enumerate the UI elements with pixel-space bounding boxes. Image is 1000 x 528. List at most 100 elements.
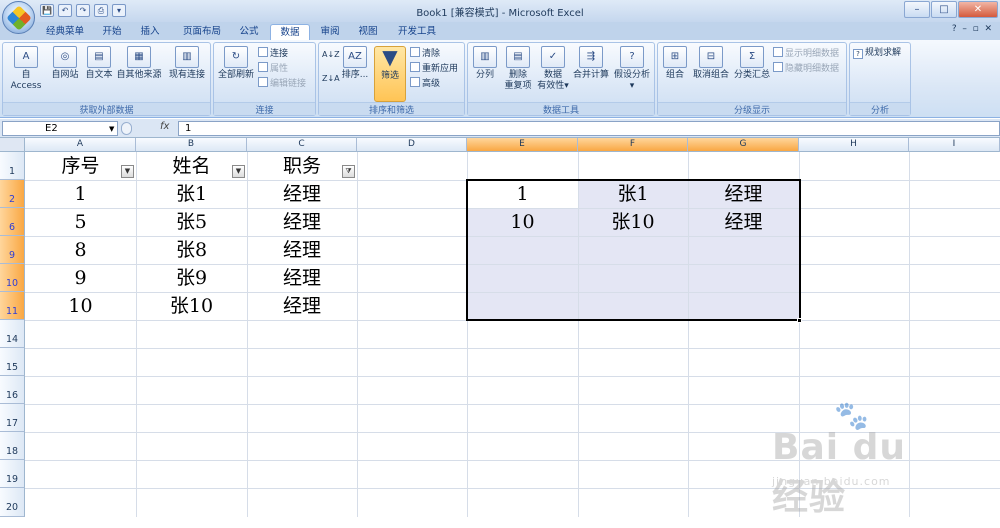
data-validation-button[interactable]: ✓ 数据 有效性▾ — [536, 46, 570, 92]
filter-dropdown-icon[interactable]: ▼ — [121, 165, 134, 178]
table-cell[interactable]: 8 — [25, 237, 136, 264]
column-header-d[interactable]: D — [357, 138, 467, 152]
from-other-sources-button[interactable]: ▦ 自其他来源 — [116, 46, 162, 81]
connections-button[interactable]: 连接 — [258, 47, 288, 60]
tab-page-layout[interactable]: 页面布局 — [176, 24, 228, 40]
worksheet-grid[interactable]: A B C D E F G H I 1 2 6 9 10 11 14 15 16… — [0, 138, 1000, 518]
table-cell[interactable]: 张10 — [136, 293, 247, 320]
row-header-18[interactable]: 18 — [0, 432, 25, 460]
refresh-all-button[interactable]: ↻ 全部刷新 — [217, 46, 255, 81]
filter-button[interactable]: ▼ 筛选 — [374, 46, 406, 102]
header-cell-index[interactable]: 序号 — [25, 153, 136, 180]
office-button[interactable] — [2, 1, 35, 34]
tab-data[interactable]: 数据 — [270, 24, 310, 40]
ungroup-button[interactable]: ⊟ 取消组合 — [691, 46, 731, 81]
ribbon-minimize-button[interactable]: – — [962, 24, 967, 34]
formula-bar-splitter[interactable] — [121, 122, 132, 135]
formula-input[interactable]: 1 — [178, 121, 1000, 136]
reapply-button[interactable]: 重新应用 — [410, 62, 458, 75]
show-detail-button[interactable]: 显示明细数据 — [773, 47, 839, 60]
tab-review[interactable]: 审阅 — [314, 24, 346, 40]
group-sort-filter: A↓Z Z↓A AZ 排序... ▼ 筛选 清除 重新应用 高级 排序和筛选 — [318, 42, 465, 116]
ribbon-close-button[interactable]: ✕ — [984, 24, 992, 34]
table-cell[interactable]: 经理 — [247, 293, 357, 320]
row-header-19[interactable]: 19 — [0, 460, 25, 488]
from-access-button[interactable]: A自 Access — [6, 46, 46, 92]
existing-connections-button[interactable]: ▥ 现有连接 — [167, 46, 207, 81]
table-cell[interactable]: 张1 — [136, 181, 247, 208]
column-header-i[interactable]: I — [909, 138, 1000, 152]
consolidate-button[interactable]: ⇶ 合并计算 — [572, 46, 610, 81]
tab-classic-menu[interactable]: 经典菜单 — [38, 24, 92, 40]
row-header-2[interactable]: 2 — [0, 180, 25, 208]
table-cell[interactable]: 张5 — [136, 209, 247, 236]
filter-applied-icon[interactable]: ⧩ — [342, 165, 355, 178]
web-icon: ◎ — [53, 46, 77, 68]
minimize-button[interactable]: – — [904, 1, 930, 18]
group-button[interactable]: ⊞ 组合 — [661, 46, 689, 81]
sort-button[interactable]: AZ 排序... — [341, 46, 369, 81]
text-to-columns-button[interactable]: ▥ 分列 — [470, 46, 500, 81]
clear-filter-button[interactable]: 清除 — [410, 47, 440, 60]
table-cell[interactable]: 张9 — [136, 265, 247, 292]
show-detail-icon — [773, 47, 783, 57]
column-header-c[interactable]: C — [247, 138, 357, 152]
advanced-filter-button[interactable]: 高级 — [410, 77, 440, 90]
row-header-17[interactable]: 17 — [0, 404, 25, 432]
subtotal-button[interactable]: Σ 分类汇总 — [733, 46, 771, 81]
from-web-button[interactable]: ◎ 自网站 — [49, 46, 81, 81]
column-header-h[interactable]: H — [799, 138, 909, 152]
watermark-url: jingyan.baidu.com — [772, 475, 891, 488]
tab-formulas[interactable]: 公式 — [233, 24, 265, 40]
table-cell[interactable]: 经理 — [247, 265, 357, 292]
table-cell[interactable]: 经理 — [247, 209, 357, 236]
tab-insert[interactable]: 插入 — [134, 24, 166, 40]
insert-function-button[interactable]: fx — [160, 121, 169, 132]
what-if-analysis-button[interactable]: ? 假设分析▾ — [612, 46, 652, 92]
column-header-f[interactable]: F — [578, 138, 688, 152]
tab-home[interactable]: 开始 — [96, 24, 128, 40]
column-header-e[interactable]: E — [467, 138, 578, 152]
table-cell[interactable]: 张8 — [136, 237, 247, 264]
row-header-20[interactable]: 20 — [0, 488, 25, 517]
sort-descending-button[interactable]: Z↓A — [322, 73, 340, 85]
fill-handle[interactable] — [797, 318, 802, 323]
row-header-14[interactable]: 14 — [0, 320, 25, 348]
row-header-11[interactable]: 11 — [0, 292, 25, 320]
table-cell[interactable]: 5 — [25, 209, 136, 236]
help-icon[interactable]: ? — [952, 24, 957, 34]
filter-dropdown-icon[interactable]: ▼ — [232, 165, 245, 178]
table-cell[interactable]: 1 — [25, 181, 136, 208]
table-cell[interactable]: 经理 — [247, 181, 357, 208]
column-header-g[interactable]: G — [688, 138, 799, 152]
tab-developer[interactable]: 开发工具 — [392, 24, 442, 40]
table-cell[interactable]: 10 — [25, 293, 136, 320]
row-header-15[interactable]: 15 — [0, 348, 25, 376]
row-header-16[interactable]: 16 — [0, 376, 25, 404]
column-header-b[interactable]: B — [136, 138, 247, 152]
table-cell[interactable]: 经理 — [247, 237, 357, 264]
name-box-dropdown-icon[interactable]: ▼ — [109, 125, 114, 133]
edit-links-button[interactable]: 编辑链接 — [258, 77, 306, 90]
solver-button[interactable]: ? 规划求解 — [853, 47, 901, 59]
name-box[interactable]: E2 — [2, 121, 118, 136]
properties-button[interactable]: 属性 — [258, 62, 288, 75]
select-all-corner[interactable] — [0, 138, 25, 152]
maximize-button[interactable]: □ — [931, 1, 957, 18]
remove-duplicates-button[interactable]: ▤ 删除 重复项 — [502, 46, 534, 92]
row-header-1[interactable]: 1 — [0, 152, 25, 180]
row-header-6[interactable]: 6 — [0, 208, 25, 236]
sort-ascending-button[interactable]: A↓Z — [322, 49, 340, 61]
row-header-10[interactable]: 10 — [0, 264, 25, 292]
hide-detail-button[interactable]: 隐藏明细数据 — [773, 62, 839, 75]
close-button[interactable]: ✕ — [958, 1, 998, 18]
from-text-button[interactable]: ▤ 自文本 — [83, 46, 115, 81]
ribbon-restore-button[interactable]: ▫ — [973, 24, 979, 34]
column-header-a[interactable]: A — [25, 138, 136, 152]
header-cell-position[interactable]: 职务 — [247, 153, 357, 180]
tab-view[interactable]: 视图 — [352, 24, 384, 40]
row-header-9[interactable]: 9 — [0, 236, 25, 264]
header-cell-name[interactable]: 姓名 — [136, 153, 247, 180]
table-cell[interactable]: 9 — [25, 265, 136, 292]
properties-icon — [258, 62, 268, 72]
